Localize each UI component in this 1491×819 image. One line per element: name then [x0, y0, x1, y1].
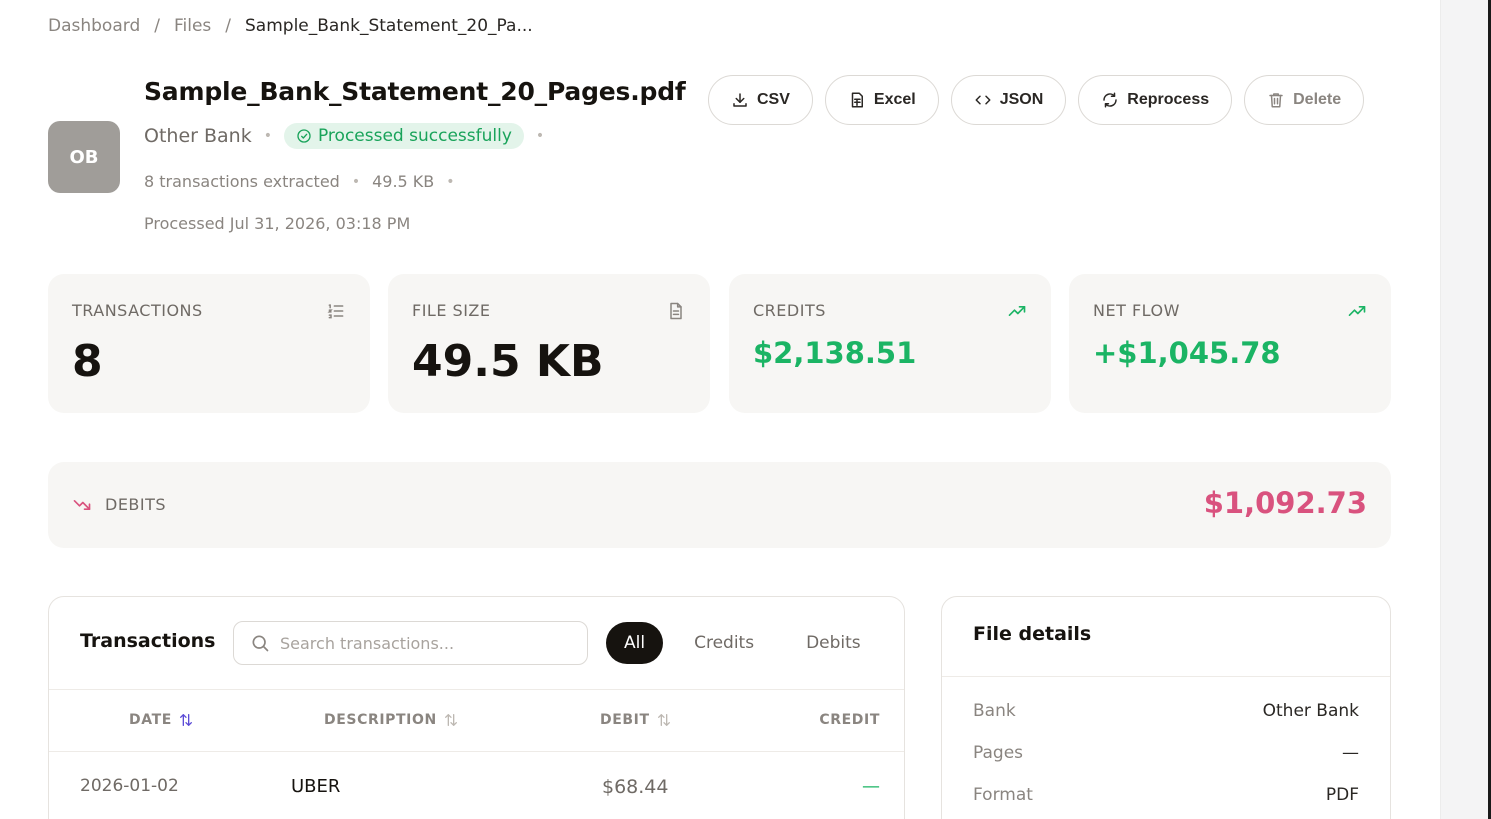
stat-label: DEBITS — [105, 495, 167, 514]
stat-label: CREDITS — [753, 301, 826, 320]
stat-card-transactions: TRANSACTIONS 8 — [48, 274, 370, 413]
breadcrumb-separator: / — [225, 16, 232, 36]
stat-label: FILE SIZE — [412, 301, 491, 320]
meta-dot: • — [446, 173, 455, 190]
excel-button[interactable]: Excel — [824, 75, 939, 125]
table-header: DATE DESCRIPTION DEBIT CREDIT — [49, 689, 904, 752]
divider — [942, 676, 1390, 677]
trash-icon — [1269, 93, 1283, 108]
detail-key: Format — [973, 785, 1033, 805]
file-meta-secondary: 8 transactions extracted • 49.5 KB • — [144, 172, 455, 191]
detail-key: Bank — [973, 701, 1016, 721]
cell-date: 2026-01-02 — [80, 776, 179, 796]
stat-value: 49.5 KB — [412, 336, 604, 387]
action-toolbar: CSV Excel JSON Reprocess Delete — [708, 75, 1365, 125]
reprocess-button[interactable]: Reprocess — [1078, 75, 1233, 125]
column-header-date[interactable]: DATE — [129, 712, 194, 728]
spreadsheet-icon — [851, 92, 863, 108]
trending-up-icon — [1348, 306, 1366, 316]
file-size-text: 49.5 KB — [372, 172, 435, 191]
table-row[interactable]: 2026-01-02 UBER $68.44 — — [49, 752, 904, 819]
page-title: Sample_Bank_Statement_20_Pages.pdf — [144, 77, 686, 106]
transactions-panel: Transactions All Credits Debits DATE DES… — [48, 596, 905, 819]
detail-row-format: Format PDF — [973, 785, 1359, 809]
cell-description: UBER — [291, 776, 341, 797]
bank-name: Other Bank — [144, 125, 252, 147]
transactions-extracted: 8 transactions extracted — [144, 172, 340, 191]
column-header-label: DEBIT — [600, 712, 650, 728]
detail-value: PDF — [1325, 785, 1359, 805]
stat-card-file-size: FILE SIZE 49.5 KB — [388, 274, 710, 413]
detail-row-bank: Bank Other Bank — [973, 701, 1359, 725]
download-icon — [733, 93, 747, 107]
detail-value: — — [1342, 743, 1359, 763]
stat-card-credits: CREDITS $2,138.51 — [729, 274, 1051, 413]
meta-dot: • — [263, 128, 272, 144]
filter-debits[interactable]: Debits — [785, 622, 882, 664]
stat-value: +$1,045.78 — [1093, 336, 1281, 370]
file-icon — [670, 302, 682, 320]
excel-label: Excel — [873, 91, 916, 108]
json-label: JSON — [999, 91, 1044, 108]
detail-key: Pages — [973, 743, 1024, 763]
filter-all[interactable]: All — [606, 622, 664, 664]
detail-value: Other Bank — [1262, 701, 1359, 721]
bank-avatar: OB — [48, 121, 120, 193]
column-header-label: DESCRIPTION — [324, 712, 437, 728]
delete-label: Delete — [1293, 91, 1342, 108]
sort-icon — [657, 714, 670, 726]
trending-up-icon — [1008, 306, 1026, 316]
meta-dot: • — [351, 173, 361, 190]
file-details-title: File details — [973, 623, 1092, 645]
csv-button[interactable]: CSV — [708, 75, 813, 125]
transaction-filter-tabs: All Credits Debits — [606, 622, 882, 664]
json-button[interactable]: JSON — [950, 75, 1067, 125]
stat-label: NET FLOW — [1093, 301, 1180, 320]
refresh-icon — [1103, 92, 1118, 108]
list-numbered-icon — [327, 304, 344, 319]
search-input[interactable] — [280, 633, 570, 653]
cell-credit: — — [862, 776, 880, 797]
breadcrumb-current: Sample_Bank_Statement_20_Pa... — [245, 16, 533, 36]
check-circle-icon — [297, 129, 311, 143]
breadcrumb-files[interactable]: Files — [174, 16, 211, 36]
sort-icon — [444, 714, 457, 726]
stat-value: $2,138.51 — [753, 336, 917, 370]
transactions-title: Transactions — [80, 630, 216, 652]
reprocess-label: Reprocess — [1127, 91, 1210, 108]
filter-credits[interactable]: Credits — [673, 622, 775, 664]
stat-value: 8 — [72, 336, 103, 387]
breadcrumb: Dashboard / Files / Sample_Bank_Statemen… — [48, 16, 533, 36]
detail-row-pages: Pages — — [973, 743, 1359, 767]
column-header-label: DATE — [129, 712, 172, 728]
processed-timestamp: Processed Jul 31, 2026, 03:18 PM — [144, 214, 411, 233]
code-icon — [975, 95, 991, 105]
meta-dot: • — [535, 128, 545, 144]
breadcrumb-separator: / — [154, 16, 160, 36]
cell-debit: $68.44 — [602, 776, 669, 798]
file-meta-primary: Other Bank • Processed successfully • — [144, 121, 544, 151]
stat-label: TRANSACTIONS — [72, 301, 203, 320]
csv-label: CSV — [757, 91, 790, 108]
stat-value: $1,092.73 — [1203, 486, 1367, 520]
status-badge: Processed successfully — [283, 123, 524, 149]
trending-down-icon — [73, 500, 91, 510]
delete-button[interactable]: Delete — [1244, 75, 1365, 125]
column-header-description[interactable]: DESCRIPTION — [324, 712, 459, 728]
column-header-debit[interactable]: DEBIT — [600, 712, 672, 728]
breadcrumb-dashboard[interactable]: Dashboard — [48, 16, 140, 36]
file-details-panel: File details Bank Other Bank Pages — For… — [941, 596, 1391, 819]
file-detail-page: Dashboard / Files / Sample_Bank_Statemen… — [0, 0, 1440, 819]
status-text: Processed successfully — [317, 126, 512, 146]
stat-card-debits: DEBITS $1,092.73 — [48, 462, 1391, 548]
sort-active-icon — [179, 714, 192, 726]
column-header-credit[interactable]: CREDIT — [819, 712, 880, 728]
search-icon — [252, 635, 269, 652]
search-box — [233, 621, 588, 665]
column-header-label: CREDIT — [819, 712, 880, 728]
stat-card-net-flow: NET FLOW +$1,045.78 — [1069, 274, 1391, 413]
scrollbar-track[interactable] — [1440, 0, 1491, 819]
